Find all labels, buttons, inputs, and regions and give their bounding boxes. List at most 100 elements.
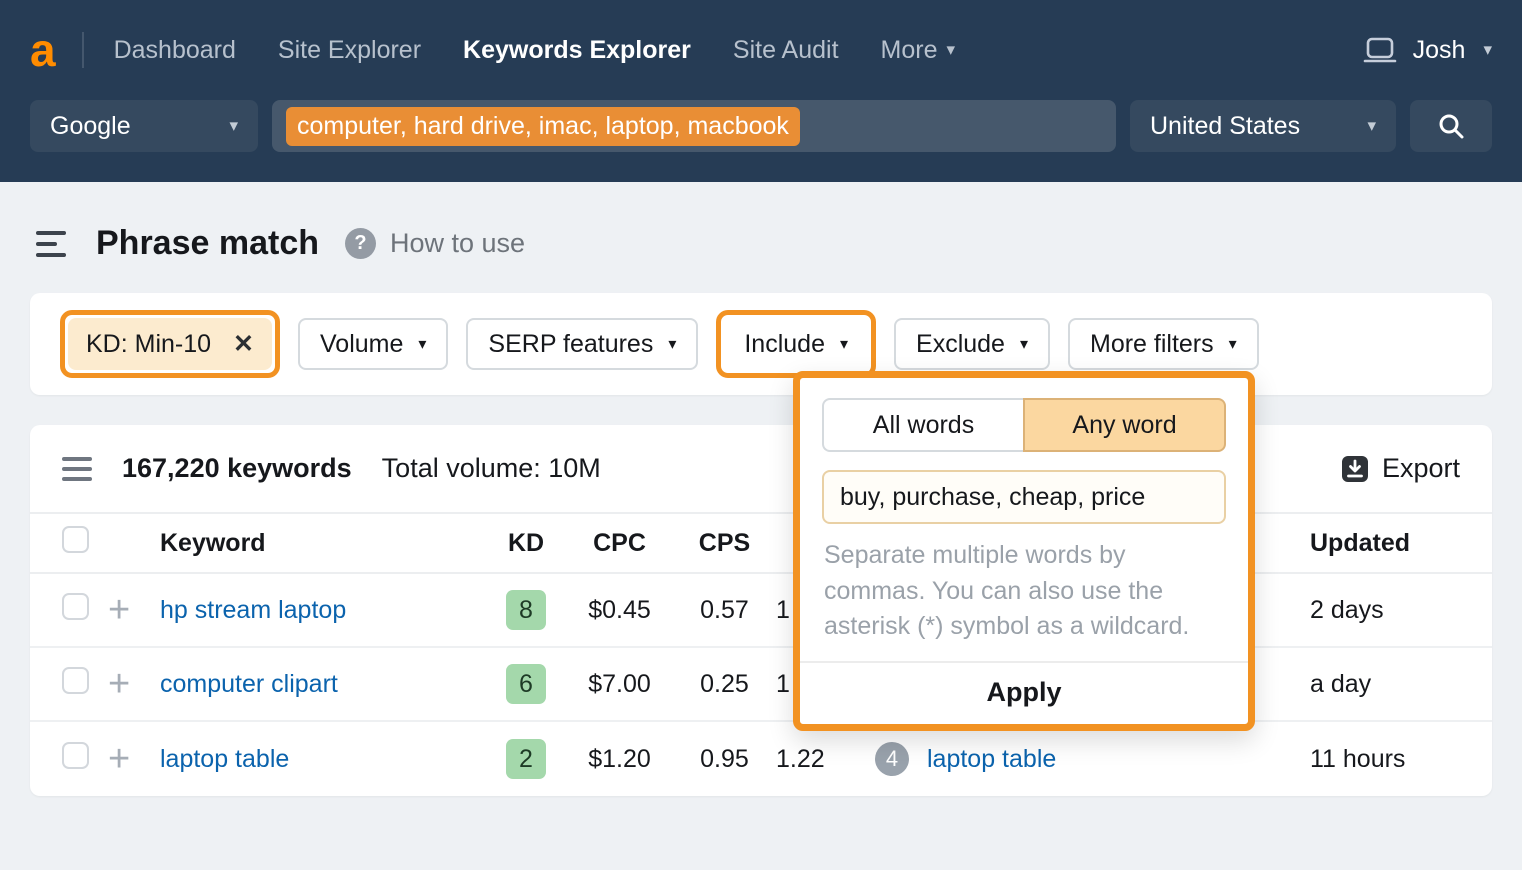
chevron-down-icon: ▾ — [668, 334, 676, 354]
chevron-down-icon: ▾ — [1367, 116, 1376, 136]
nav-item-site-audit[interactable]: Site Audit — [733, 36, 839, 65]
row-checkbox[interactable] — [62, 742, 89, 769]
add-to-list-icon[interactable]: + — [108, 595, 160, 625]
volume-filter-button[interactable]: Volume ▾ — [298, 318, 448, 370]
all-words-tab[interactable]: All words — [822, 398, 1023, 452]
serp-count-badge[interactable]: 4 — [875, 742, 909, 776]
column-header-updated[interactable]: Updated — [1310, 529, 1460, 558]
main-content: Phrase match ? How to use KD: Min-10 ✕ V… — [0, 224, 1522, 796]
include-filter-button[interactable]: Include ▾ — [724, 318, 868, 370]
keyword-link[interactable]: laptop table — [160, 745, 289, 773]
nav-divider — [82, 32, 84, 68]
export-icon — [1340, 454, 1370, 484]
include-words-input[interactable] — [822, 470, 1226, 524]
cps-value: 0.95 — [677, 745, 772, 774]
kd-filter-label: KD: Min-10 — [86, 330, 211, 359]
nav-right: Josh ▾ — [1363, 36, 1492, 65]
kd-badge: 2 — [506, 739, 546, 779]
page-head: Phrase match ? How to use — [30, 224, 1492, 263]
chevron-down-icon: ▾ — [418, 334, 426, 354]
more-filters-button[interactable]: More filters ▾ — [1068, 318, 1259, 370]
parent-topic-link[interactable]: laptop table — [927, 745, 1056, 773]
column-header-cpc[interactable]: CPC — [562, 529, 677, 558]
country-value: United States — [1150, 112, 1300, 141]
cpc-value: $1.20 — [562, 745, 677, 774]
workspace-icon[interactable] — [1363, 36, 1397, 64]
row-checkbox[interactable] — [62, 593, 89, 620]
nav-item-keywords-explorer[interactable]: Keywords Explorer — [463, 36, 691, 65]
how-to-use-link[interactable]: How to use — [390, 228, 525, 259]
apply-button[interactable]: Apply — [986, 677, 1061, 708]
query-highlight: computer, hard drive, imac, laptop, macb… — [286, 107, 800, 146]
keywords-query-input[interactable]: computer, hard drive, imac, laptop, macb… — [272, 100, 1116, 152]
total-volume: Total volume: 10M — [382, 453, 601, 484]
include-popup: All words Any word Separate multiple wor… — [793, 371, 1255, 731]
chevron-down-icon: ▾ — [840, 334, 848, 354]
kd-badge: 6 — [506, 664, 546, 704]
include-popup-hint: Separate multiple words by commas. You c… — [824, 538, 1224, 645]
nav-item-site-explorer[interactable]: Site Explorer — [278, 36, 421, 65]
chevron-down-icon: ▾ — [1229, 334, 1237, 354]
exclude-filter-button[interactable]: Exclude ▾ — [894, 318, 1050, 370]
cpc-value: $7.00 — [562, 670, 677, 699]
any-word-tab[interactable]: Any word — [1023, 398, 1226, 452]
include-popup-toggle: All words Any word — [822, 398, 1226, 452]
chevron-down-icon: ▾ — [229, 116, 238, 136]
help-icon[interactable]: ? — [345, 228, 376, 259]
nav-row: a Dashboard Site Explorer Keywords Explo… — [30, 0, 1492, 100]
column-header-keyword[interactable]: Keyword — [160, 529, 490, 558]
close-icon[interactable]: ✕ — [233, 329, 254, 359]
chevron-down-icon: ▾ — [1020, 334, 1028, 354]
value-cell: 1.22 — [772, 745, 857, 774]
select-all-checkbox[interactable] — [62, 526, 89, 553]
apply-row: Apply — [800, 661, 1248, 718]
column-header-kd[interactable]: KD — [490, 529, 562, 558]
table-row: + laptop table 2 $1.20 0.95 1.22 4 lapto… — [30, 722, 1492, 796]
export-button[interactable]: Export — [1340, 453, 1460, 484]
keyword-link[interactable]: computer clipart — [160, 670, 338, 698]
add-to-list-icon[interactable]: + — [108, 744, 160, 774]
updated-value: 11 hours — [1310, 745, 1460, 774]
nav-items: Dashboard Site Explorer Keywords Explore… — [114, 36, 955, 65]
table-header-row: Keyword KD CPC CPS Updated — [30, 512, 1492, 574]
table-menu-icon[interactable] — [62, 457, 92, 481]
cpc-value: $0.45 — [562, 596, 677, 625]
table-summary-row: 167,220 keywords Total volume: 10M Expor… — [30, 425, 1492, 512]
nav-item-dashboard[interactable]: Dashboard — [114, 36, 236, 65]
search-button[interactable] — [1410, 100, 1492, 152]
search-engine-value: Google — [50, 112, 131, 141]
volume-filter-label: Volume — [320, 330, 403, 359]
kd-filter-chip[interactable]: KD: Min-10 ✕ — [68, 318, 272, 370]
table-row: + computer clipart 6 $7.00 0.25 1 a day — [30, 648, 1492, 722]
table-row: + hp stream laptop 8 $0.45 0.57 1 2 days — [30, 574, 1492, 648]
kd-filter-annotation: KD: Min-10 ✕ — [60, 310, 280, 378]
include-filter-annotation: Include ▾ — [716, 310, 876, 378]
updated-value: a day — [1310, 670, 1460, 699]
cps-value: 0.57 — [677, 596, 772, 625]
user-name[interactable]: Josh — [1413, 36, 1466, 65]
add-to-list-icon[interactable]: + — [108, 669, 160, 699]
row-checkbox[interactable] — [62, 667, 89, 694]
serp-features-filter-label: SERP features — [488, 330, 653, 359]
cps-value: 0.25 — [677, 670, 772, 699]
app-root: a Dashboard Site Explorer Keywords Explo… — [0, 0, 1522, 796]
updated-value: 2 days — [1310, 596, 1460, 625]
kd-badge: 8 — [506, 590, 546, 630]
export-label: Export — [1382, 453, 1460, 484]
results-table: 167,220 keywords Total volume: 10M Expor… — [30, 425, 1492, 796]
nav-item-more-label: More — [881, 36, 938, 65]
include-filter-label: Include — [744, 330, 825, 359]
serp-features-filter-button[interactable]: SERP features ▾ — [466, 318, 698, 370]
chevron-down-icon: ▾ — [947, 40, 956, 60]
keyword-link[interactable]: hp stream laptop — [160, 596, 346, 624]
ahrefs-logo[interactable]: a — [30, 27, 56, 73]
exclude-filter-label: Exclude — [916, 330, 1005, 359]
keyword-count: 167,220 keywords — [122, 453, 352, 484]
search-engine-select[interactable]: Google ▾ — [30, 100, 258, 152]
column-header-cps[interactable]: CPS — [677, 529, 772, 558]
more-filters-label: More filters — [1090, 330, 1214, 359]
nav-item-more[interactable]: More ▾ — [881, 36, 956, 65]
report-menu-icon[interactable] — [36, 231, 66, 257]
filters-bar: KD: Min-10 ✕ Volume ▾ SERP features ▾ In… — [30, 293, 1492, 395]
country-select[interactable]: United States ▾ — [1130, 100, 1396, 152]
